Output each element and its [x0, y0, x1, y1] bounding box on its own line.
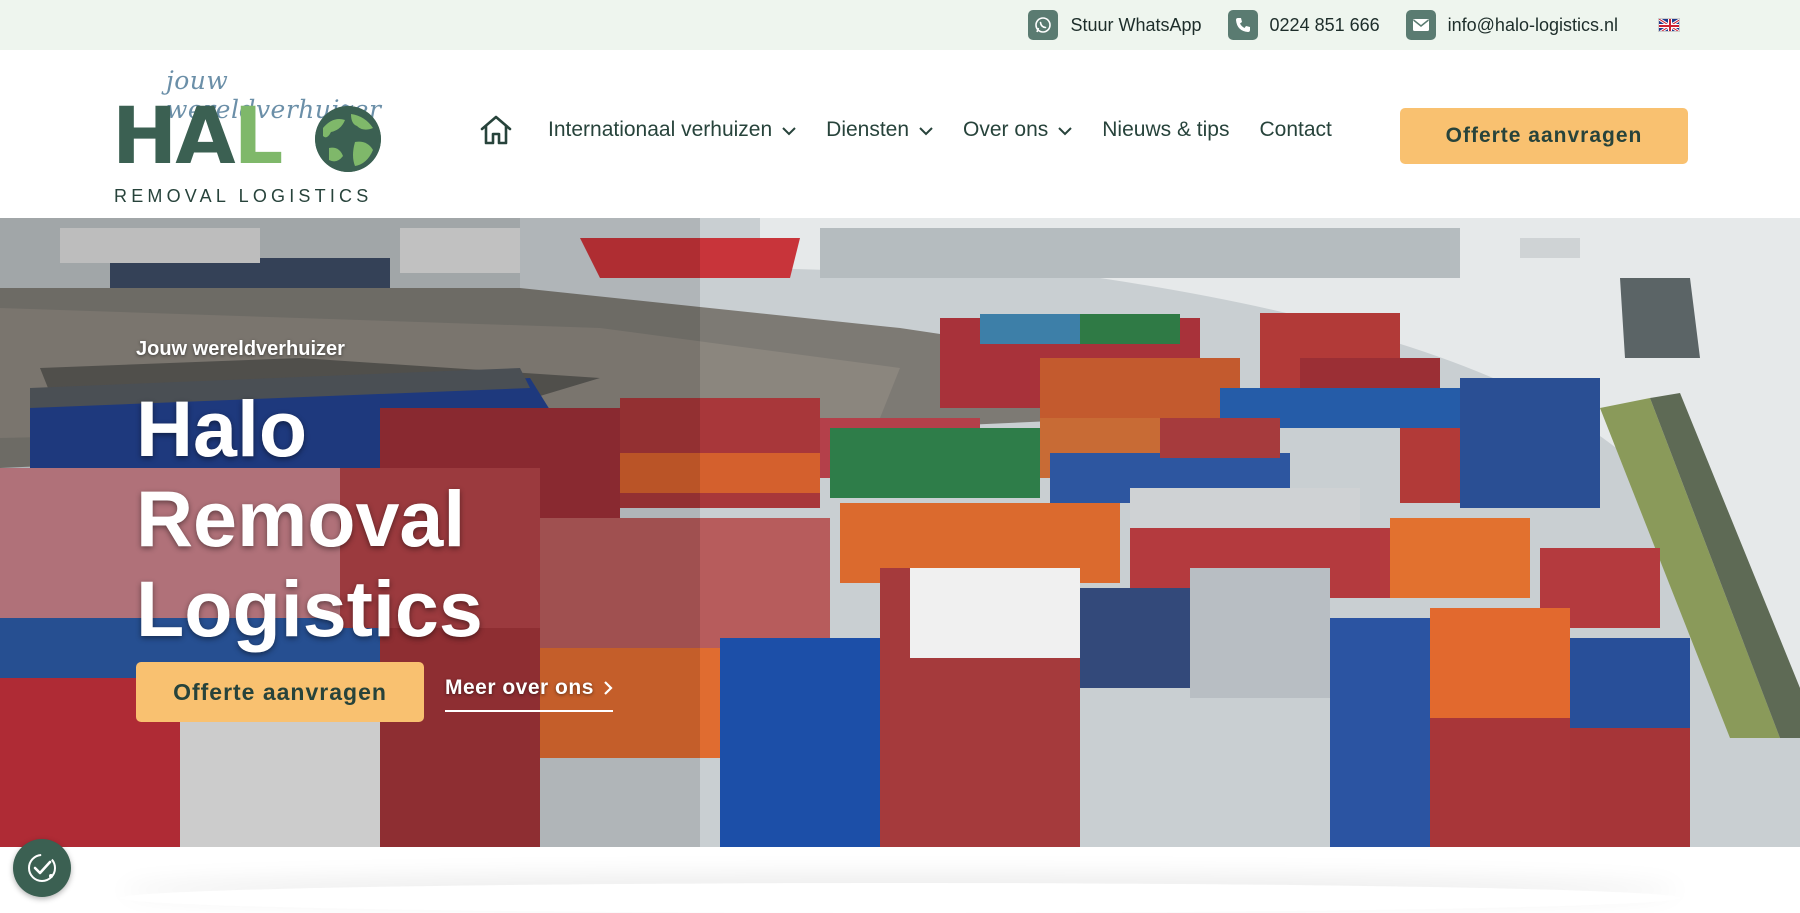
- hero-section: Jouw wereldverhuizer Halo Removal Logist…: [0, 218, 1800, 847]
- hero-title: Halo Removal Logistics: [136, 384, 483, 653]
- phone-link[interactable]: 0224 851 666: [1227, 10, 1380, 40]
- chevron-down-icon: [1058, 127, 1072, 136]
- nav-item-internationaal-verhuizen[interactable]: Internationaal verhuizen: [548, 118, 796, 142]
- phone-icon: [1227, 10, 1258, 40]
- cookie-settings-button[interactable]: [13, 839, 71, 897]
- uk-flag-icon[interactable]: [1658, 18, 1680, 32]
- email-label: info@halo-logistics.nl: [1447, 14, 1618, 35]
- site-header: jouw wereldverhuizer HAL REMOVAL LOGISTI…: [0, 50, 1800, 218]
- whatsapp-link[interactable]: Stuur WhatsApp: [1028, 10, 1202, 40]
- hero-quote-button[interactable]: Offerte aanvragen: [136, 662, 424, 722]
- home-icon[interactable]: [478, 112, 514, 148]
- phone-label: 0224 851 666: [1269, 14, 1380, 35]
- email-link[interactable]: info@halo-logistics.nl: [1405, 10, 1618, 40]
- whatsapp-icon: [1028, 10, 1059, 40]
- about-us-link[interactable]: Meer over ons: [445, 676, 613, 712]
- chevron-down-icon: [919, 127, 933, 136]
- content-start: [0, 847, 1800, 902]
- nav-item-diensten[interactable]: Diensten: [826, 118, 933, 142]
- nav-item-over-ons[interactable]: Over ons: [963, 118, 1072, 142]
- quote-request-button[interactable]: Offerte aanvragen: [1400, 108, 1688, 164]
- main-nav: Internationaal verhuizen Diensten Over o…: [478, 112, 1362, 148]
- whatsapp-label: Stuur WhatsApp: [1070, 14, 1202, 35]
- nav-item-contact[interactable]: Contact: [1259, 118, 1331, 142]
- chevron-right-icon: [604, 681, 613, 695]
- hero-tagline: Jouw wereldverhuizer: [136, 338, 345, 360]
- globe-icon: [315, 106, 381, 172]
- site-logo[interactable]: jouw wereldverhuizer HAL REMOVAL LOGISTI…: [112, 64, 382, 206]
- envelope-icon: [1405, 10, 1436, 40]
- top-bar: Stuur WhatsApp 0224 851 666 info@halo-lo…: [0, 0, 1800, 50]
- logo-wordmark: HAL: [112, 92, 283, 182]
- card-shadow: [120, 883, 1680, 913]
- nav-item-nieuws-tips[interactable]: Nieuws & tips: [1102, 118, 1229, 142]
- chevron-down-icon: [782, 127, 796, 136]
- logo-subtitle: REMOVAL LOGISTICS: [114, 186, 373, 206]
- cookie-check-icon: [28, 854, 56, 882]
